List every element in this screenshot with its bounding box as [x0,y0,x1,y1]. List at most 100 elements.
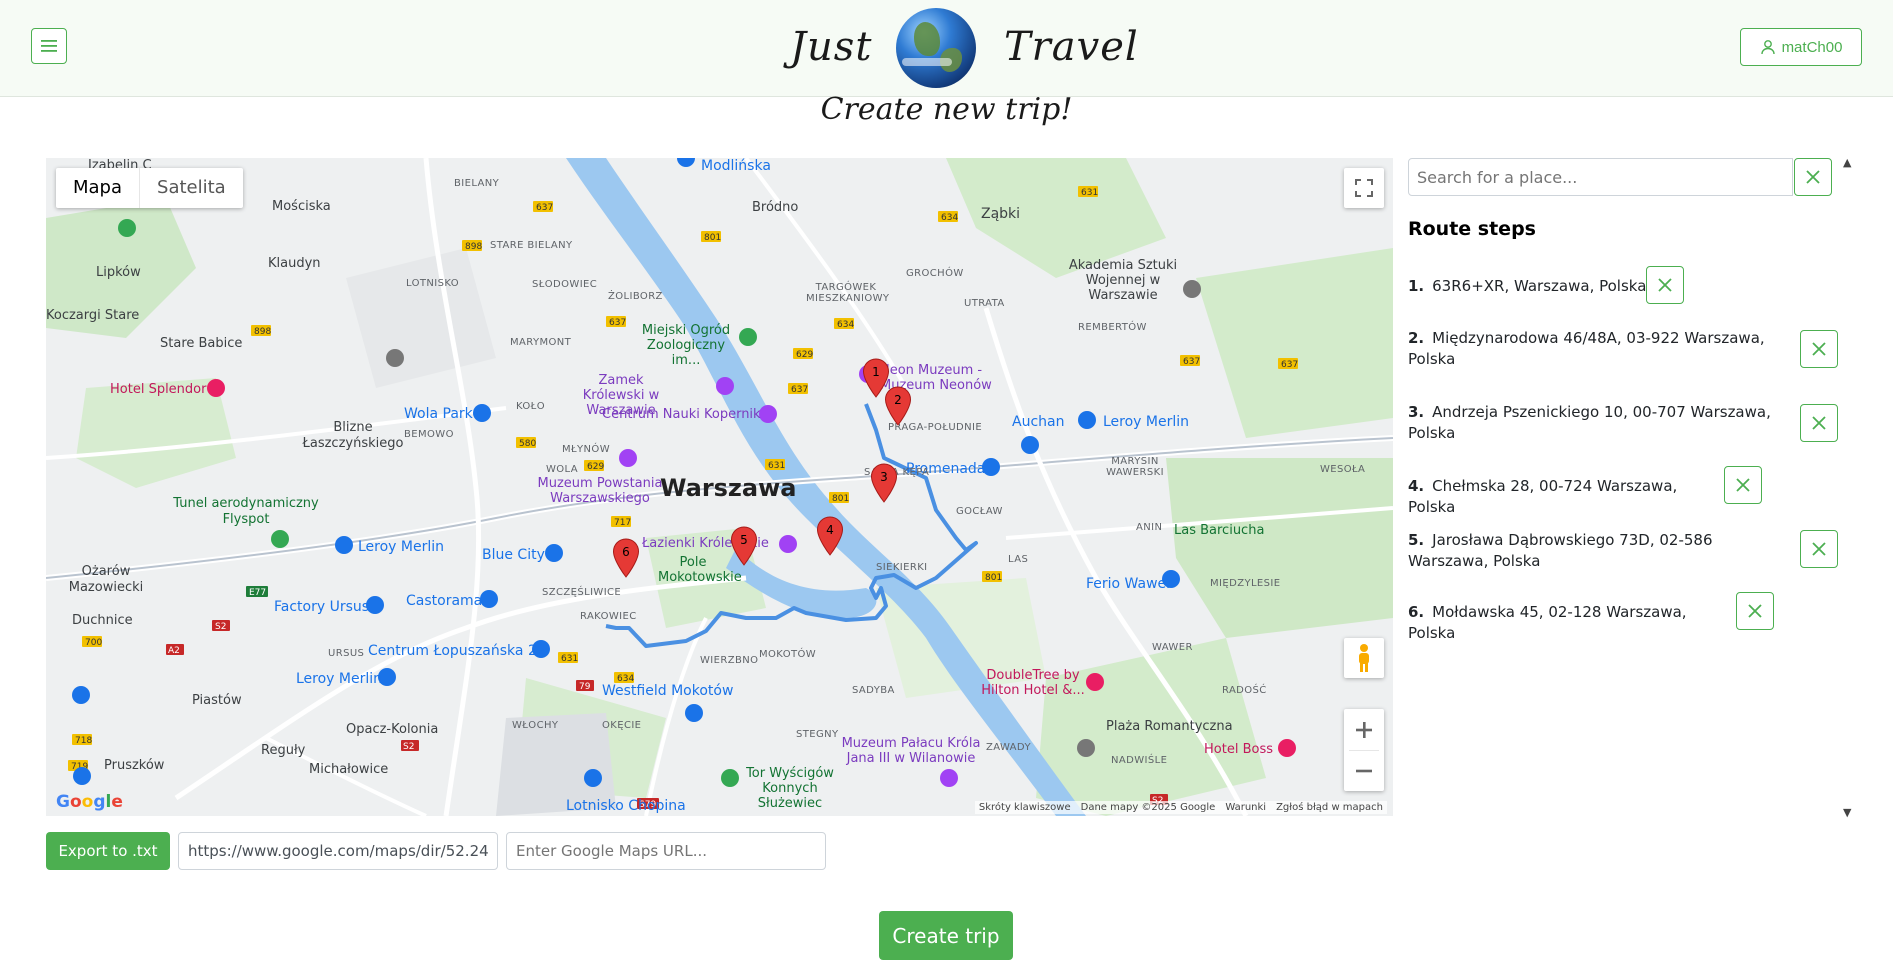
map-label: Blue City [482,547,545,563]
export-txt-button[interactable]: Export to .txt [46,832,170,870]
clear-search-button[interactable] [1794,158,1832,196]
step-number: 3. [1408,403,1425,421]
map-label: ZAWADY [986,742,1031,753]
map-label: Muzeum Pałacu Króla Jana III w Wilanowie [841,736,981,766]
map-label: ŻOLIBORZ [608,291,663,302]
remove-step-button[interactable] [1736,592,1774,630]
map-label: Mościska [272,199,331,214]
create-trip-button[interactable]: Create trip [879,911,1013,960]
remove-step-button[interactable] [1724,466,1762,504]
map-label: Centrum Łopuszańska 22 [368,643,546,659]
map-label: Bródno [752,200,799,215]
brand-word-left: Just [790,24,873,70]
map-label: Plaża Romantyczna [1106,719,1233,734]
maps-url-input[interactable] [506,832,826,870]
svg-text:637: 637 [609,318,626,328]
map-label: Factory Ursus [274,599,370,615]
user-account-button[interactable]: matCh00 [1740,28,1862,66]
place-search-input[interactable] [1408,158,1793,196]
navbar: Just Travel matCh00 [0,0,1893,97]
zoom-control [1344,709,1384,791]
map-label: GOCŁAW [956,506,1003,517]
step-address: Andrzeja Pszenickiego 10, 00-707 Warszaw… [1408,403,1771,442]
route-step: 6. Mołdawska 45, 02-128 Warszawa, Polska [1408,602,1738,644]
close-icon [1736,478,1750,492]
svg-text:637: 637 [536,203,553,213]
route-marker-pin[interactable]: 6 [612,538,640,578]
keyboard-shortcuts-link[interactable]: Skróty klawiszowe [979,802,1071,813]
map-label: Piastów [192,693,242,708]
svg-text:A2: A2 [168,646,180,656]
route-marker-pin[interactable]: 3 [870,463,898,503]
menu-toggle-button[interactable] [31,28,67,64]
svg-text:631: 631 [1081,188,1098,198]
terms-link[interactable]: Warunki [1225,802,1266,813]
svg-text:718: 718 [75,736,92,746]
fullscreen-icon [1355,179,1373,197]
marker-label: 4 [826,523,834,537]
brand-word-right: Travel [1004,24,1139,70]
svg-text:801: 801 [704,233,721,243]
step-number: 5. [1408,531,1425,549]
marker-label: 5 [740,533,748,547]
svg-text:717: 717 [614,518,631,528]
route-marker-pin[interactable]: 4 [816,516,844,556]
map-label: URSUS [328,648,365,659]
close-icon [1812,542,1826,556]
step-address: Jarosława Dąbrowskiego 73D, 02-586 Warsz… [1408,531,1713,570]
map-label: RADOŚĆ [1222,685,1267,696]
fullscreen-button[interactable] [1344,168,1384,208]
map-label: Hotel Splendor [110,382,207,397]
scroll-down-arrow[interactable]: ▼ [1843,806,1851,819]
map-label: Leroy Merlin [358,539,445,555]
map-label: REMBERTÓW [1078,322,1147,333]
map-label: RAKOWIEC [580,611,637,622]
map-label: MŁYNÓW [562,444,610,455]
zoom-in-button[interactable] [1344,710,1384,750]
plus-icon [1356,721,1372,738]
map-label: Auchan [1012,414,1065,430]
map-label: Castorama [406,593,483,609]
remove-step-button[interactable] [1800,404,1838,442]
map-label: SIEKIERKI [876,562,928,573]
route-marker-pin[interactable]: 2 [884,386,912,426]
map-label: MOKOTÓW [759,649,817,660]
map-label: ANIN [1136,522,1163,533]
close-icon [1658,278,1672,292]
maps-url-output[interactable] [178,832,498,870]
map-type-satellite-button[interactable]: Satelita [139,168,243,208]
google-logo: Google [56,792,123,812]
map-label: Pole Mokotowskie [658,555,742,585]
report-error-link[interactable]: Zgłoś błąd w mapach [1276,802,1383,813]
step-address: Międzynarodowa 46/48A, 03-922 Warszawa, … [1408,329,1765,368]
pegman-icon [1359,644,1369,672]
route-marker-pin[interactable]: 5 [730,526,758,566]
map-label: SADYBA [852,685,895,696]
map-label: WOLA [546,464,579,475]
map-label: Michałowice [309,762,389,777]
brand-logo[interactable]: Just Travel [782,6,1138,90]
map-label: STARE BIELANY [490,240,573,251]
map-view[interactable]: 637 898 801 634 631 898 637 634 629 637 … [46,158,1393,816]
remove-step-button[interactable] [1800,530,1838,568]
street-view-pegman[interactable] [1344,638,1384,678]
svg-text:S2: S2 [215,622,226,632]
svg-text:629: 629 [587,462,604,472]
remove-step-button[interactable] [1646,266,1684,304]
remove-step-button[interactable] [1800,330,1838,368]
close-icon [1812,416,1826,430]
map-label: Tunel aerodynamiczny Flyspot [173,496,319,527]
map-label: Ożarów Mazowiecki [68,564,144,595]
map-label: Stare Babice [160,336,243,351]
zoom-out-button[interactable] [1344,751,1384,791]
marker-label: 6 [622,545,630,559]
map-type-mapa-button[interactable]: Mapa [56,168,139,208]
map-label: Las Barciucha [1174,523,1265,538]
person-icon [1760,40,1775,55]
globe-icon [896,8,976,88]
svg-text:637: 637 [1183,357,1200,367]
scroll-up-arrow[interactable]: ▲ [1843,156,1851,169]
step-address: Mołdawska 45, 02-128 Warszawa, Polska [1408,603,1687,642]
map-label: KOŁO [516,401,545,412]
close-icon [1748,604,1762,618]
